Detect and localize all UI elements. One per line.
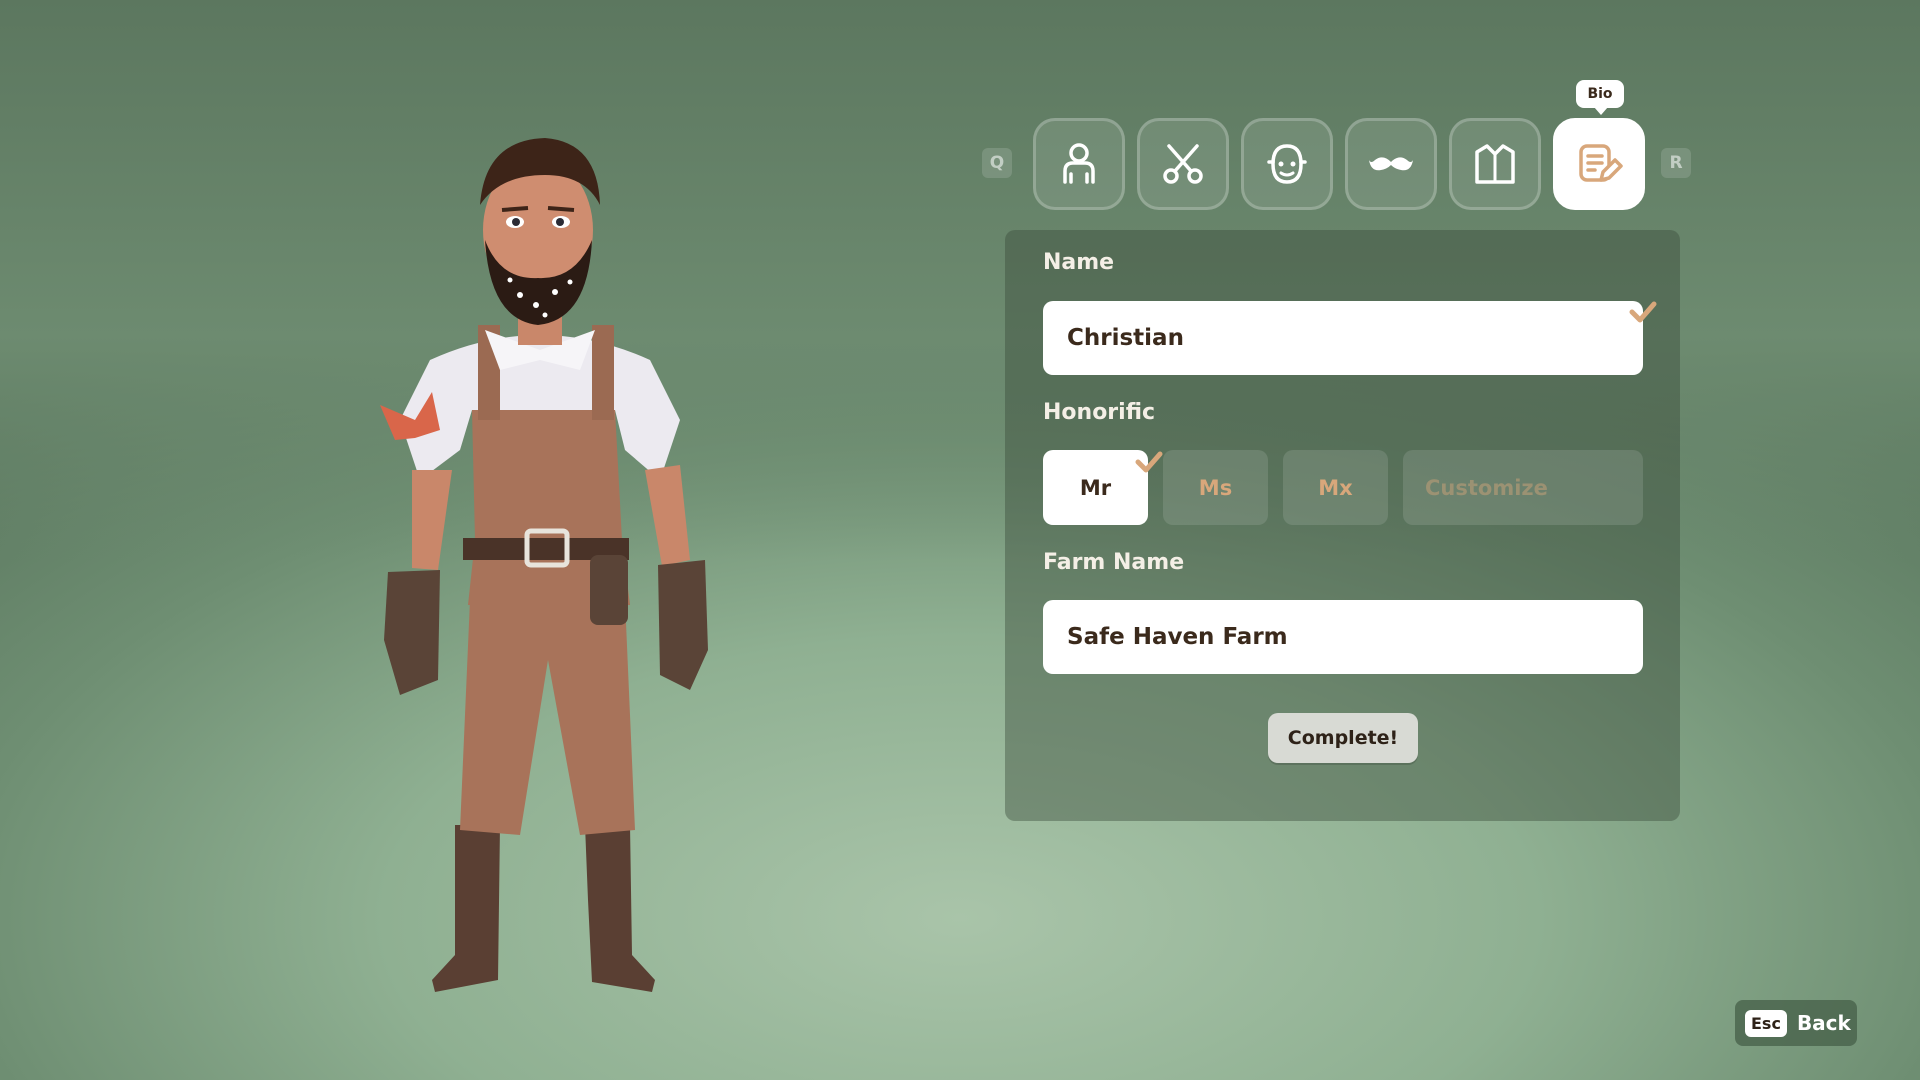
honorific-mr-button[interactable]: Mr — [1043, 450, 1148, 525]
scissors-icon — [1163, 144, 1203, 184]
honorific-label: Honorific — [1043, 400, 1156, 425]
face-icon — [1267, 144, 1307, 184]
bio-icon — [1579, 144, 1623, 182]
back-button[interactable]: Esc Back — [1735, 1000, 1857, 1046]
honorific-ms-button[interactable]: Ms — [1163, 450, 1268, 525]
esc-key-hint: Esc — [1745, 1009, 1787, 1037]
tab-hair[interactable] — [1137, 118, 1229, 210]
tab-face[interactable] — [1241, 118, 1333, 210]
character-preview[interactable] — [360, 120, 720, 1010]
tab-facial-hair[interactable] — [1345, 118, 1437, 210]
tab-outfit[interactable] — [1449, 118, 1541, 210]
farm-name-field[interactable]: Safe Haven Farm — [1043, 600, 1643, 674]
name-valid-check-icon — [1629, 301, 1657, 323]
shirt-icon — [1475, 144, 1515, 184]
back-label: Back — [1796, 1011, 1851, 1035]
character-figure — [380, 138, 708, 992]
name-field[interactable]: Christian — [1043, 301, 1643, 375]
tab-bio[interactable] — [1553, 118, 1645, 210]
honorific-selected-check-icon — [1135, 451, 1163, 473]
honorific-mx-button[interactable]: Mx — [1283, 450, 1388, 525]
complete-button[interactable]: Complete! — [1268, 713, 1418, 763]
prev-tab-key-hint: Q — [982, 148, 1012, 178]
tab-body[interactable] — [1033, 118, 1125, 210]
next-tab-key-hint: R — [1661, 148, 1691, 178]
tab-tooltip: Bio — [1576, 80, 1624, 115]
mustache-icon — [1369, 157, 1413, 171]
name-label: Name — [1043, 250, 1115, 275]
farm-name-label: Farm Name — [1043, 550, 1185, 575]
body-icon — [1063, 143, 1095, 184]
honorific-customize-field[interactable]: Customize — [1403, 450, 1643, 525]
bio-panel: Name Christian Honorific Mr Ms Mx Custom… — [1005, 230, 1680, 821]
